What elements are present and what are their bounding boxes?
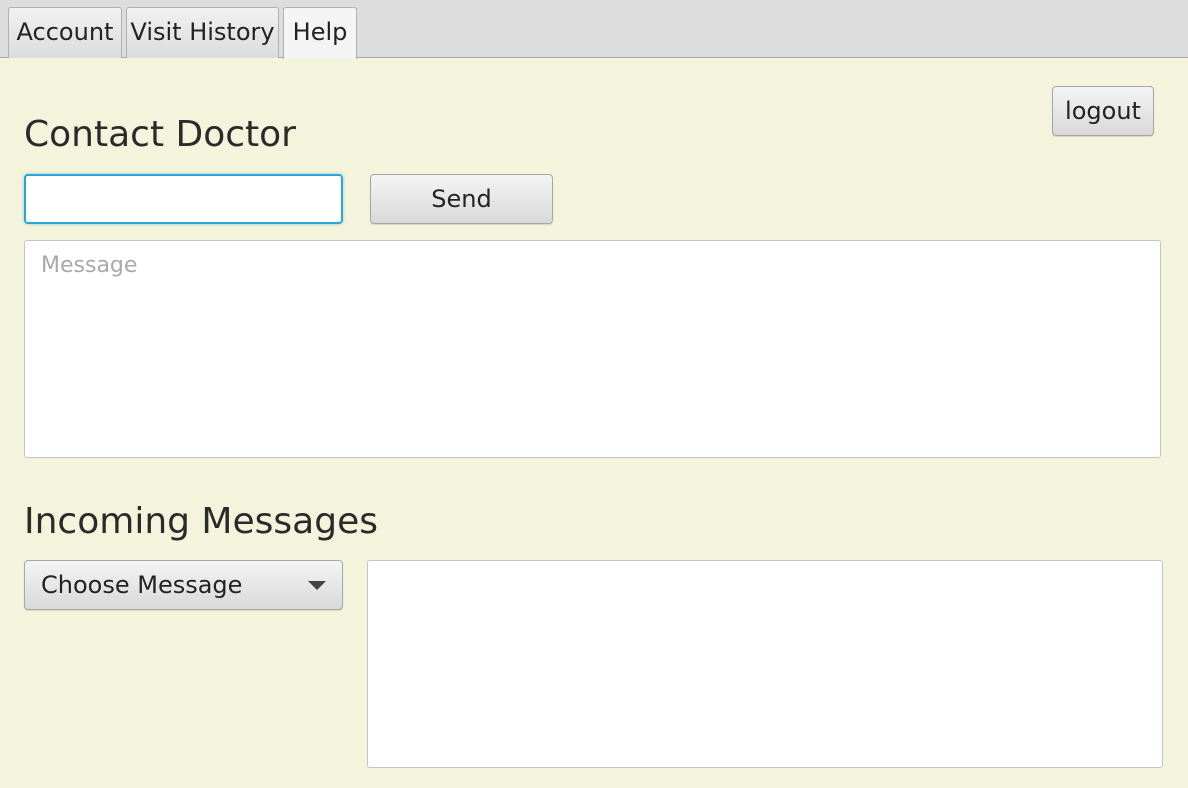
tab-account[interactable]: Account [8,7,122,58]
message-textarea[interactable]: Message [24,240,1161,458]
tab-help[interactable]: Help [283,7,357,59]
tab-visit-history[interactable]: Visit History [126,7,279,58]
chevron-down-icon [308,581,326,590]
send-button[interactable]: Send [370,174,553,224]
message-placeholder: Message [41,253,138,278]
tab-bar: Account Visit History Help [0,0,1188,59]
logout-button[interactable]: logout [1052,86,1154,136]
choose-message-dropdown[interactable]: Choose Message [24,560,343,610]
incoming-message-display [367,560,1163,768]
incoming-messages-heading: Incoming Messages [24,501,378,542]
contact-doctor-heading: Contact Doctor [24,114,296,155]
recipient-input[interactable] [24,174,343,224]
choose-message-label: Choose Message [41,571,243,599]
